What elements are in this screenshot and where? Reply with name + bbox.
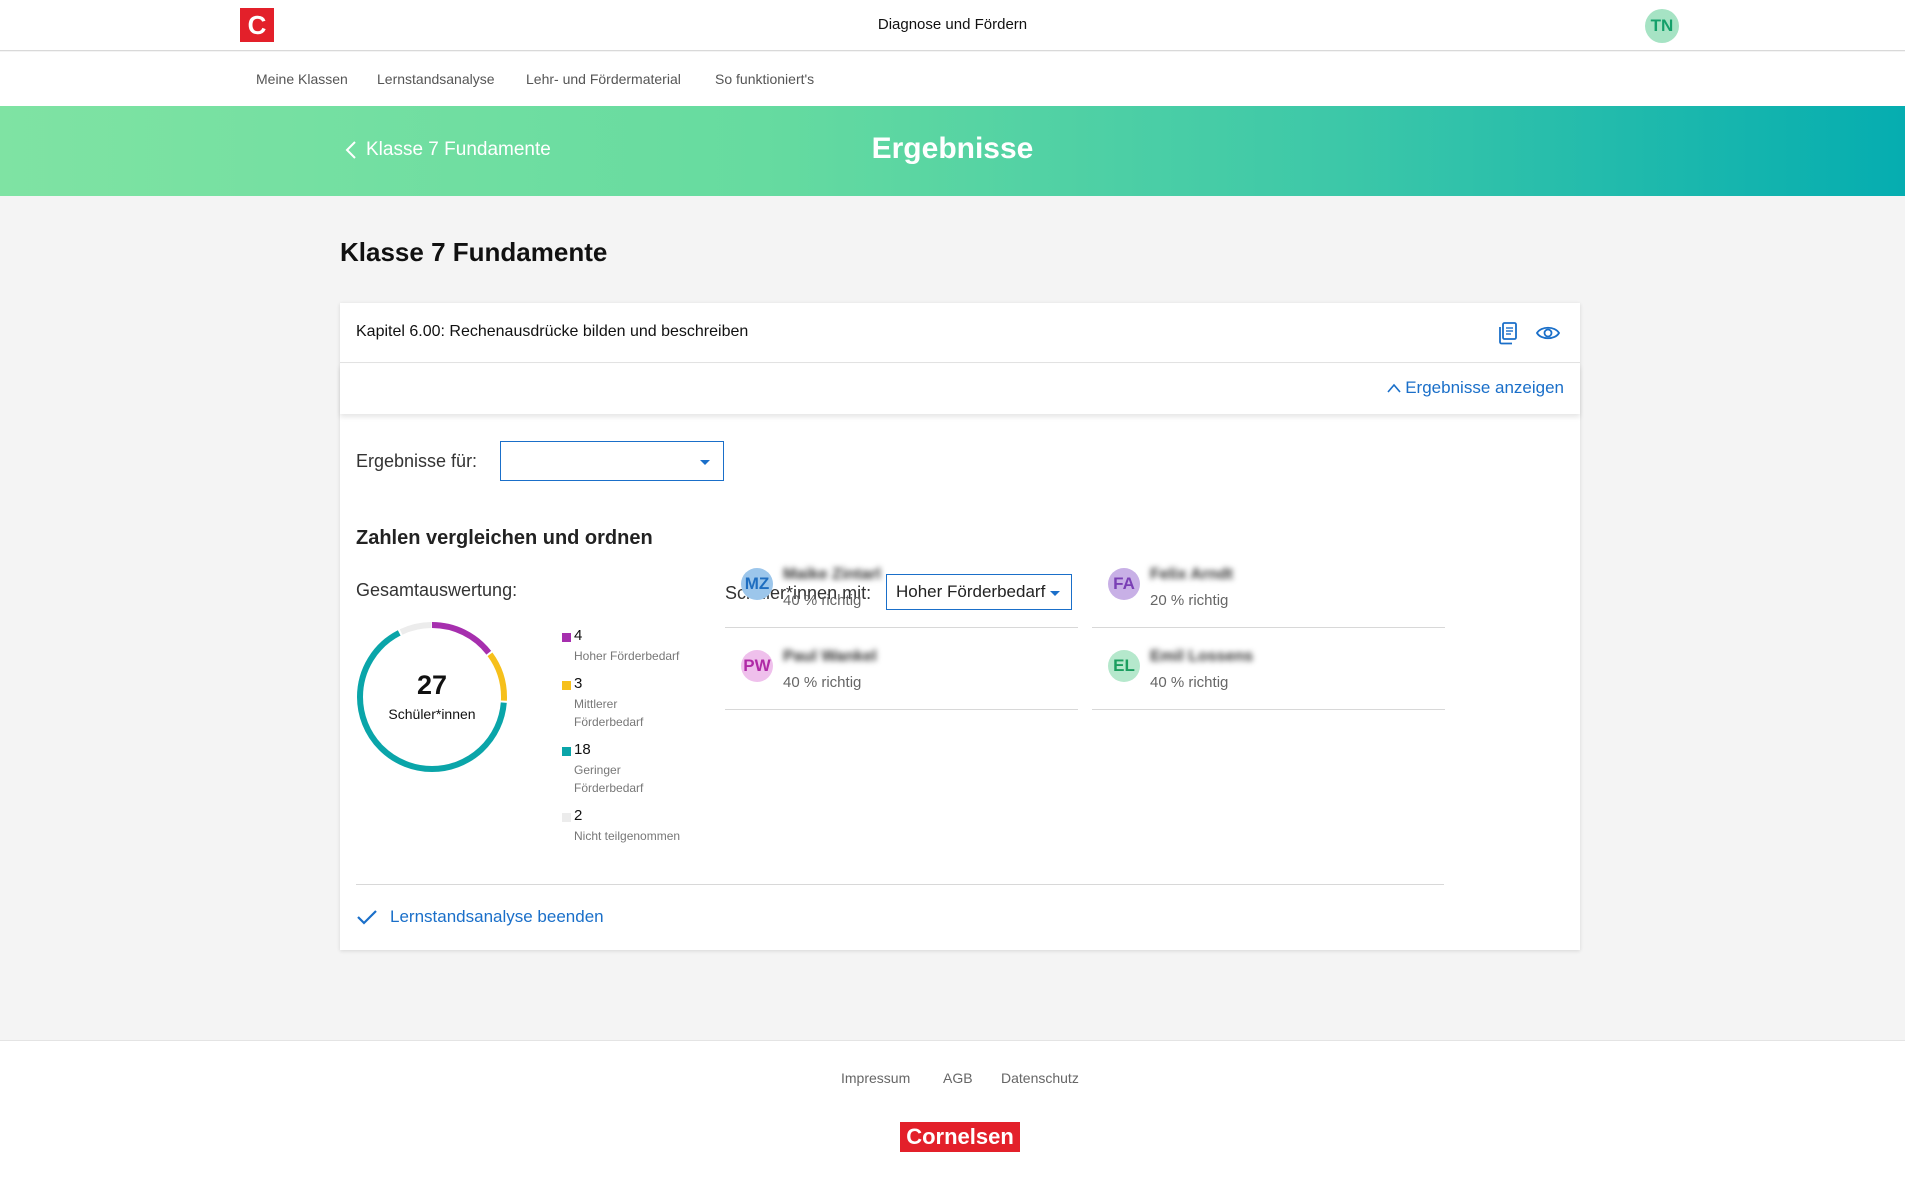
student-avatar: PW [741, 650, 773, 682]
student-item[interactable]: FA Felix Arndt 20 % richtig [1092, 546, 1445, 628]
toggle-results-label: Ergebnisse anzeigen [1405, 378, 1564, 397]
footer: Impressum AGB Datenschutz Cornelsen [0, 1040, 1905, 1186]
eye-icon[interactable] [1536, 324, 1560, 342]
overview-label: Gesamtauswertung: [356, 580, 518, 600]
card-header: Kapitel 6.00: Rechenausdrücke bilden und… [340, 303, 1580, 363]
student-avatar: EL [1108, 650, 1140, 682]
hero-banner: Klasse 7 Fundamente Ergebnisse [0, 106, 1905, 196]
student-score: 40 % richtig [1150, 674, 1229, 691]
page-title: Klasse 7 Fundamente [340, 237, 608, 267]
divider [356, 884, 1444, 885]
student-item[interactable]: PW Paul Wankel 40 % richtig [725, 628, 1078, 710]
student-score: 20 % richtig [1150, 592, 1229, 609]
legend-label: Mittlerer Förderbedarf [574, 697, 644, 729]
results-card: Kapitel 6.00: Rechenausdrücke bilden und… [340, 303, 1580, 950]
legend-swatch [562, 813, 571, 822]
student-name: Emil Lossens [1150, 648, 1254, 665]
legend-count: 4 [574, 627, 583, 644]
legend-swatch [562, 633, 571, 642]
nav-item-meine-klassen[interactable]: Meine Klassen [256, 71, 348, 87]
nav-item-so-funktionierts[interactable]: So funktioniert's [715, 71, 814, 87]
student-name: Paul Wankel [783, 648, 877, 665]
finish-analysis-button[interactable]: Lernstandsanalyse beenden [356, 907, 604, 927]
main-nav: Meine Klassen Lernstandsanalyse Lehr- un… [0, 52, 1905, 106]
legend-count: 3 [574, 675, 583, 692]
student-name: Felix Arndt [1150, 566, 1233, 583]
cornelsen-brand-logo[interactable]: Cornelsen [900, 1122, 1020, 1152]
legend-swatch [562, 747, 571, 756]
toggle-results-button[interactable]: Ergebnisse anzeigen [1387, 378, 1564, 398]
nav-item-lehr-und-foerdermaterial[interactable]: Lehr- und Fördermaterial [526, 71, 681, 87]
app-title: Diagnose und Fördern [877, 16, 1028, 33]
document-copy-icon[interactable] [1497, 321, 1519, 345]
results-for-label: Ergebnisse für: [356, 451, 478, 471]
footer-link-datenschutz[interactable]: Datenschutz [1001, 1070, 1079, 1086]
chevron-up-icon [1387, 383, 1401, 393]
legend-count: 2 [574, 807, 583, 824]
student-avatar: FA [1108, 568, 1140, 600]
footer-link-impressum[interactable]: Impressum [841, 1070, 910, 1086]
section-title: Zahlen vergleichen und ordnen [356, 527, 653, 549]
footer-link-agb[interactable]: AGB [943, 1070, 973, 1086]
caret-down-icon [700, 460, 710, 465]
hero-title: Ergebnisse [871, 132, 1034, 165]
checkmark-icon [357, 910, 377, 925]
results-toggle-row: Ergebnisse anzeigen [340, 364, 1580, 414]
legend-label: Hoher Förderbedarf [574, 649, 680, 663]
results-for-select[interactable] [500, 441, 724, 481]
student-score: 40 % richtig [783, 674, 862, 691]
top-bar: C Diagnose und Fördern TN [0, 0, 1905, 51]
user-avatar[interactable]: TN [1645, 9, 1679, 43]
student-avatar: MZ [741, 568, 773, 600]
nav-item-lernstandsanalyse[interactable]: Lernstandsanalyse [377, 71, 495, 87]
donut-caption: Schüler*innen [388, 706, 476, 722]
student-item[interactable]: MZ Maike Zintarl 40 % richtig [725, 546, 1078, 628]
student-item[interactable]: EL Emil Lossens 40 % richtig [1092, 628, 1445, 710]
chapter-title: Kapitel 6.00: Rechenausdrücke bilden und… [356, 323, 749, 340]
legend-count: 18 [574, 741, 591, 758]
donut-total: 27 [416, 670, 448, 700]
finish-analysis-label: Lernstandsanalyse beenden [390, 907, 604, 926]
legend-label: Geringer Förderbedarf [574, 763, 644, 795]
legend-label: Nicht teilgenommen [574, 829, 681, 843]
legend-swatch [562, 681, 571, 690]
student-score: 40 % richtig [783, 592, 862, 609]
student-name: Maike Zintarl [783, 566, 881, 583]
